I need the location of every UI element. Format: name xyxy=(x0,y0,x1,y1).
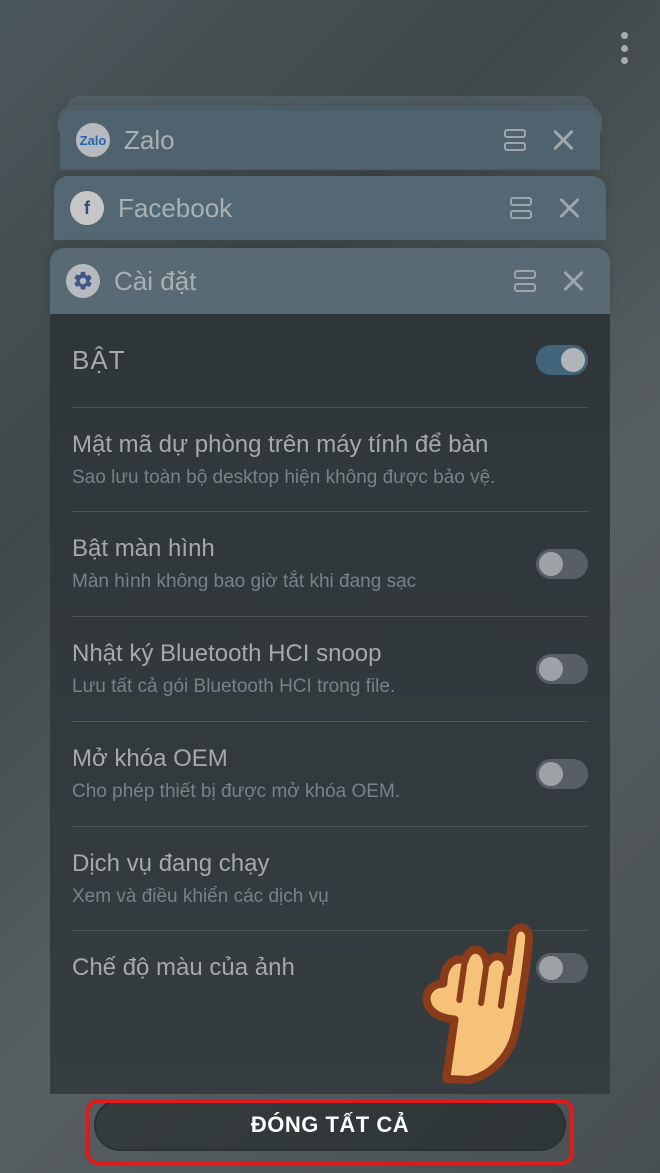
setting-subtitle: Cho phép thiết bị được mở khóa OEM. xyxy=(72,780,524,804)
setting-row-picture-color-mode[interactable]: Chế độ màu của ảnh xyxy=(72,931,588,1005)
setting-row-backup-codes[interactable]: Mật mã dự phòng trên máy tính để bàn Sao… xyxy=(72,408,588,513)
bottom-bar: ĐÓNG TẤT CẢ xyxy=(94,1099,566,1159)
recent-app-facebook[interactable]: f Facebook xyxy=(54,176,606,240)
settings-panel: BẬT Mật mã dự phòng trên máy tính để bàn… xyxy=(50,314,610,1094)
split-screen-button[interactable] xyxy=(498,123,532,157)
recent-app-zalo[interactable]: Zalo Zalo xyxy=(60,110,600,170)
recent-app-title: Facebook xyxy=(118,193,490,224)
close-app-button[interactable] xyxy=(546,123,580,157)
setting-subtitle: Màn hình không bao giờ tắt khi đang sạc xyxy=(72,570,524,594)
facebook-icon: f xyxy=(70,191,104,225)
close-all-label: ĐÓNG TẤT CẢ xyxy=(251,1112,409,1138)
setting-title: Mở khóa OEM xyxy=(72,744,524,774)
settings-gear-icon xyxy=(66,264,100,298)
setting-subtitle: Lưu tất cả gói Bluetooth HCI trong file. xyxy=(72,675,524,699)
setting-title: Bật màn hình xyxy=(72,534,524,564)
toggle-switch[interactable] xyxy=(536,759,588,789)
setting-row-running-services[interactable]: Dịch vụ đang chạy Xem và điều khiển các … xyxy=(72,827,588,932)
close-icon xyxy=(550,127,576,153)
toggle-switch[interactable] xyxy=(536,549,588,579)
toggle-switch[interactable] xyxy=(536,654,588,684)
setting-title: Nhật ký Bluetooth HCI snoop xyxy=(72,639,524,669)
setting-row-bt-hci-snoop[interactable]: Nhật ký Bluetooth HCI snoop Lưu tất cả g… xyxy=(72,617,588,722)
split-screen-button[interactable] xyxy=(508,264,542,298)
setting-title: BẬT xyxy=(72,344,524,377)
recent-apps-stack: Zalo Zalo f Facebook Cài đặt BẬT Mật mã … xyxy=(50,110,610,1094)
more-options-button[interactable] xyxy=(610,28,638,68)
setting-master-toggle-row[interactable]: BẬT xyxy=(72,314,588,408)
recent-app-settings[interactable]: Cài đặt xyxy=(50,248,610,314)
split-screen-button[interactable] xyxy=(504,191,538,225)
setting-title: Mật mã dự phòng trên máy tính để bàn xyxy=(72,430,576,460)
close-all-button[interactable]: ĐÓNG TẤT CẢ xyxy=(94,1099,566,1151)
setting-row-stay-awake[interactable]: Bật màn hình Màn hình không bao giờ tắt … xyxy=(72,512,588,617)
setting-subtitle: Xem và điều khiển các dịch vụ xyxy=(72,885,576,909)
zalo-icon: Zalo xyxy=(76,123,110,157)
close-icon xyxy=(560,268,586,294)
recent-app-title: Zalo xyxy=(124,125,484,156)
close-icon xyxy=(556,195,582,221)
setting-title: Chế độ màu của ảnh xyxy=(72,953,524,983)
setting-title: Dịch vụ đang chạy xyxy=(72,849,576,879)
setting-row-oem-unlock[interactable]: Mở khóa OEM Cho phép thiết bị được mở kh… xyxy=(72,722,588,827)
close-app-button[interactable] xyxy=(552,191,586,225)
setting-subtitle: Sao lưu toàn bộ desktop hiện không được … xyxy=(72,466,576,490)
toggle-switch[interactable] xyxy=(536,953,588,983)
toggle-switch[interactable] xyxy=(536,345,588,375)
close-app-button[interactable] xyxy=(556,264,590,298)
recent-app-title: Cài đặt xyxy=(114,266,494,297)
